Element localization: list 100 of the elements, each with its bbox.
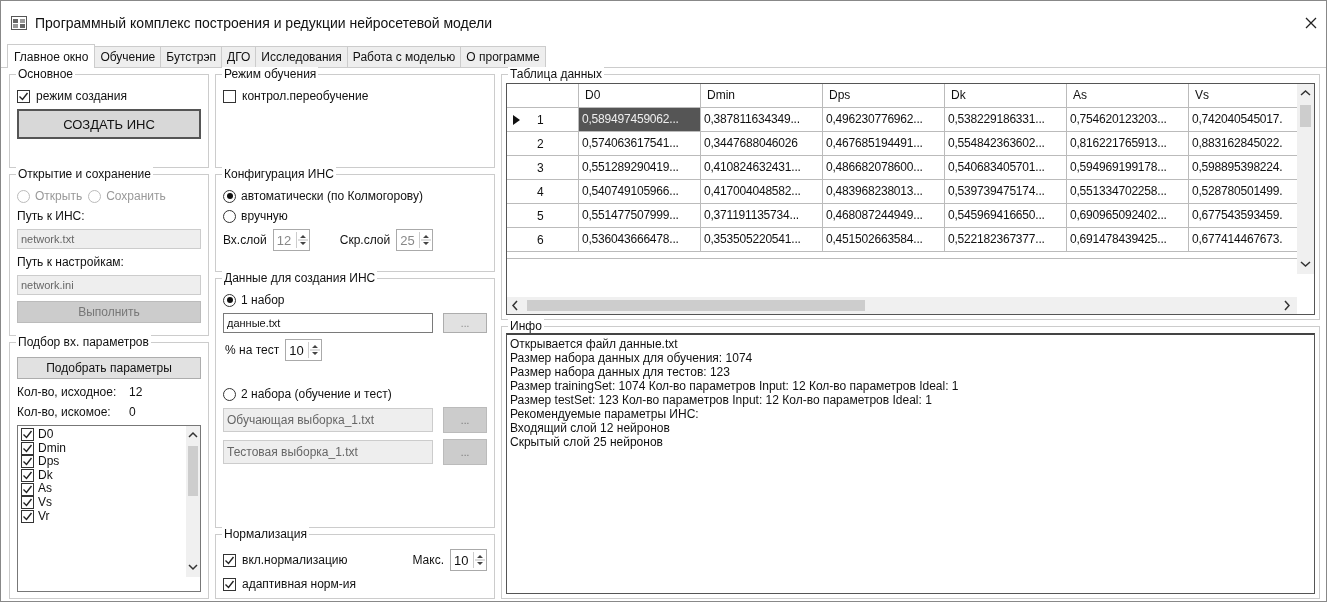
checkmark-icon <box>18 90 29 102</box>
tab[interactable]: О программе <box>460 46 546 67</box>
tab[interactable]: Работа с моделью <box>346 46 462 67</box>
label: % на тест <box>225 343 280 357</box>
checkbox[interactable]: Vr <box>21 509 183 524</box>
tab[interactable]: Исследования <box>255 46 348 67</box>
log-line: Размер набора данных для тестов: 123 <box>510 365 731 379</box>
checkbox[interactable]: Dk <box>21 468 183 483</box>
checkmark-icon <box>22 483 33 495</box>
group-title: Режим обучения <box>222 67 319 81</box>
group-title: Инфо <box>508 319 544 333</box>
table-cell: 0,589497459062... <box>579 108 701 131</box>
table-cell: 0,551289290419... <box>579 156 701 179</box>
tab[interactable]: ДГО <box>221 46 257 67</box>
checkbox[interactable]: контрол.переобучение <box>223 89 487 103</box>
row-header[interactable]: 6 <box>507 228 579 251</box>
table-cell: 0,690965092402... <box>1067 204 1189 227</box>
radio-button[interactable]: 1 набор <box>223 293 481 307</box>
checkmark-icon <box>22 497 33 509</box>
log-line: Размер набора данных для обучения: 1074 <box>510 351 754 365</box>
text-field[interactable]: данные.txt <box>223 313 434 333</box>
checkbox[interactable]: Dps <box>21 455 183 469</box>
group-title: Открытие и сохранение <box>16 167 153 181</box>
checkbox[interactable]: Vs <box>21 495 183 510</box>
label: Макс. <box>412 553 444 567</box>
label: Кол-во, исходное: <box>17 385 118 399</box>
radio-button[interactable]: вручную <box>223 209 481 223</box>
table-cell: 0,551334702258... <box>1067 180 1189 203</box>
checkbox[interactable]: вкл.нормализацию <box>223 553 348 567</box>
column-header[interactable]: As <box>1067 84 1189 107</box>
table-cell: 0,467685194491... <box>823 132 945 155</box>
table-cell: 0,816221765913... <box>1067 132 1189 155</box>
number-spinner[interactable]: 10 <box>450 549 487 571</box>
label: Кол-во, искомое: <box>17 405 112 419</box>
radio-button[interactable]: 2 набора (обучение и тест) <box>223 387 481 401</box>
number-spinner[interactable]: 10 <box>285 339 323 361</box>
table-cell: 0,536043666478... <box>579 228 701 251</box>
column-header[interactable]: D0 <box>579 84 701 107</box>
table-cell: 0,594969199178... <box>1067 156 1189 179</box>
log-line: Скрытый слой 25 нейронов <box>510 435 664 449</box>
tab[interactable]: Бутстрэп <box>160 46 223 67</box>
label: 0 <box>129 405 136 419</box>
label: Вх.слой <box>223 233 267 247</box>
table-cell: 0,387811634349... <box>701 108 823 131</box>
checkmark-icon <box>22 456 33 468</box>
table-cell: 0,522182367377... <box>945 228 1067 251</box>
checkbox[interactable]: D0 <box>21 428 183 442</box>
row-header[interactable]: 4 <box>507 180 579 203</box>
scrollbar[interactable] <box>507 297 1297 314</box>
log-line: Рекомендуемые параметры ИНС: <box>510 407 700 421</box>
log-line: Открывается файл данные.txt <box>510 337 679 351</box>
checkbox[interactable]: As <box>21 482 183 496</box>
log-line: Входящий слой 12 нейронов <box>510 421 671 435</box>
group-title: Данные для создания ИНС <box>222 271 378 285</box>
column-header[interactable]: Dmin <box>701 84 823 107</box>
table-cell: 0,540749105966... <box>579 180 701 203</box>
table-cell: 0,574063617541... <box>579 132 701 155</box>
group-title: Нормализация <box>222 527 309 541</box>
checkmark-icon <box>22 429 33 441</box>
checkmark-icon <box>22 442 33 454</box>
close-icon[interactable] <box>1304 16 1318 30</box>
column-header[interactable]: Dps <box>823 84 945 107</box>
checkmark-icon <box>22 470 33 482</box>
table-cell: 0,538229186331... <box>945 108 1067 131</box>
checkbox[interactable]: адаптивная норм-ия <box>223 577 487 591</box>
column-header[interactable]: Dk <box>945 84 1067 107</box>
row-header[interactable]: 5 <box>507 204 579 227</box>
tab[interactable]: Обучение <box>94 46 162 67</box>
row-header[interactable]: 2 <box>507 132 579 155</box>
button[interactable]: СОЗДАТЬ ИНС <box>17 109 201 139</box>
label: Скр.слой <box>339 233 391 247</box>
checkbox[interactable]: режим создания <box>17 89 201 103</box>
table-cell: 0,496230776962... <box>823 108 945 131</box>
current-row-icon <box>513 114 520 125</box>
window-title: Программный комплекс построения и редукции нейросетевой модели <box>35 15 494 31</box>
label: Путь к настройкам: <box>17 255 125 269</box>
table-cell: 0,353505220541... <box>701 228 823 251</box>
label: Путь к ИНС: <box>17 209 86 223</box>
log-line: Размер trainingSet: 1074 Кол-во параметров Input: 12 Кол-во параметров Ideal: 1 <box>510 379 960 393</box>
radio-button[interactable]: автоматически (по Колмогорову) <box>223 189 481 203</box>
table-cell: 0,486682078600... <box>823 156 945 179</box>
table-cell: 0,468087244949... <box>823 204 945 227</box>
table-cell: 0,691478439425... <box>1067 228 1189 251</box>
table-cell: 0,451502663584... <box>823 228 945 251</box>
log-line: Размер testSet: 123 Кол-во параметров Input: 12 Кол-во параметров Ideal: 1 <box>510 393 933 407</box>
group-title: Подбор вх. параметров <box>16 335 151 349</box>
table-cell: 0,3447688046026 <box>701 132 823 155</box>
row-header[interactable]: 3 <box>507 156 579 179</box>
checkmark-icon <box>224 554 235 566</box>
app-icon <box>11 16 27 30</box>
table-cell: 0,539739475174... <box>945 180 1067 203</box>
table-cell: 0,540683405701... <box>945 156 1067 179</box>
tab[interactable]: Главное окно <box>7 44 96 68</box>
table-cell: 0,545969416650... <box>945 204 1067 227</box>
checkbox[interactable]: Dmin <box>21 441 183 456</box>
table-cell: 0,551477507999... <box>579 204 701 227</box>
table-cell: 0,754620123203... <box>1067 108 1189 131</box>
group-title: Основное <box>16 67 75 81</box>
button[interactable]: Подобрать параметры <box>17 357 201 379</box>
checkmark-icon <box>22 510 33 522</box>
